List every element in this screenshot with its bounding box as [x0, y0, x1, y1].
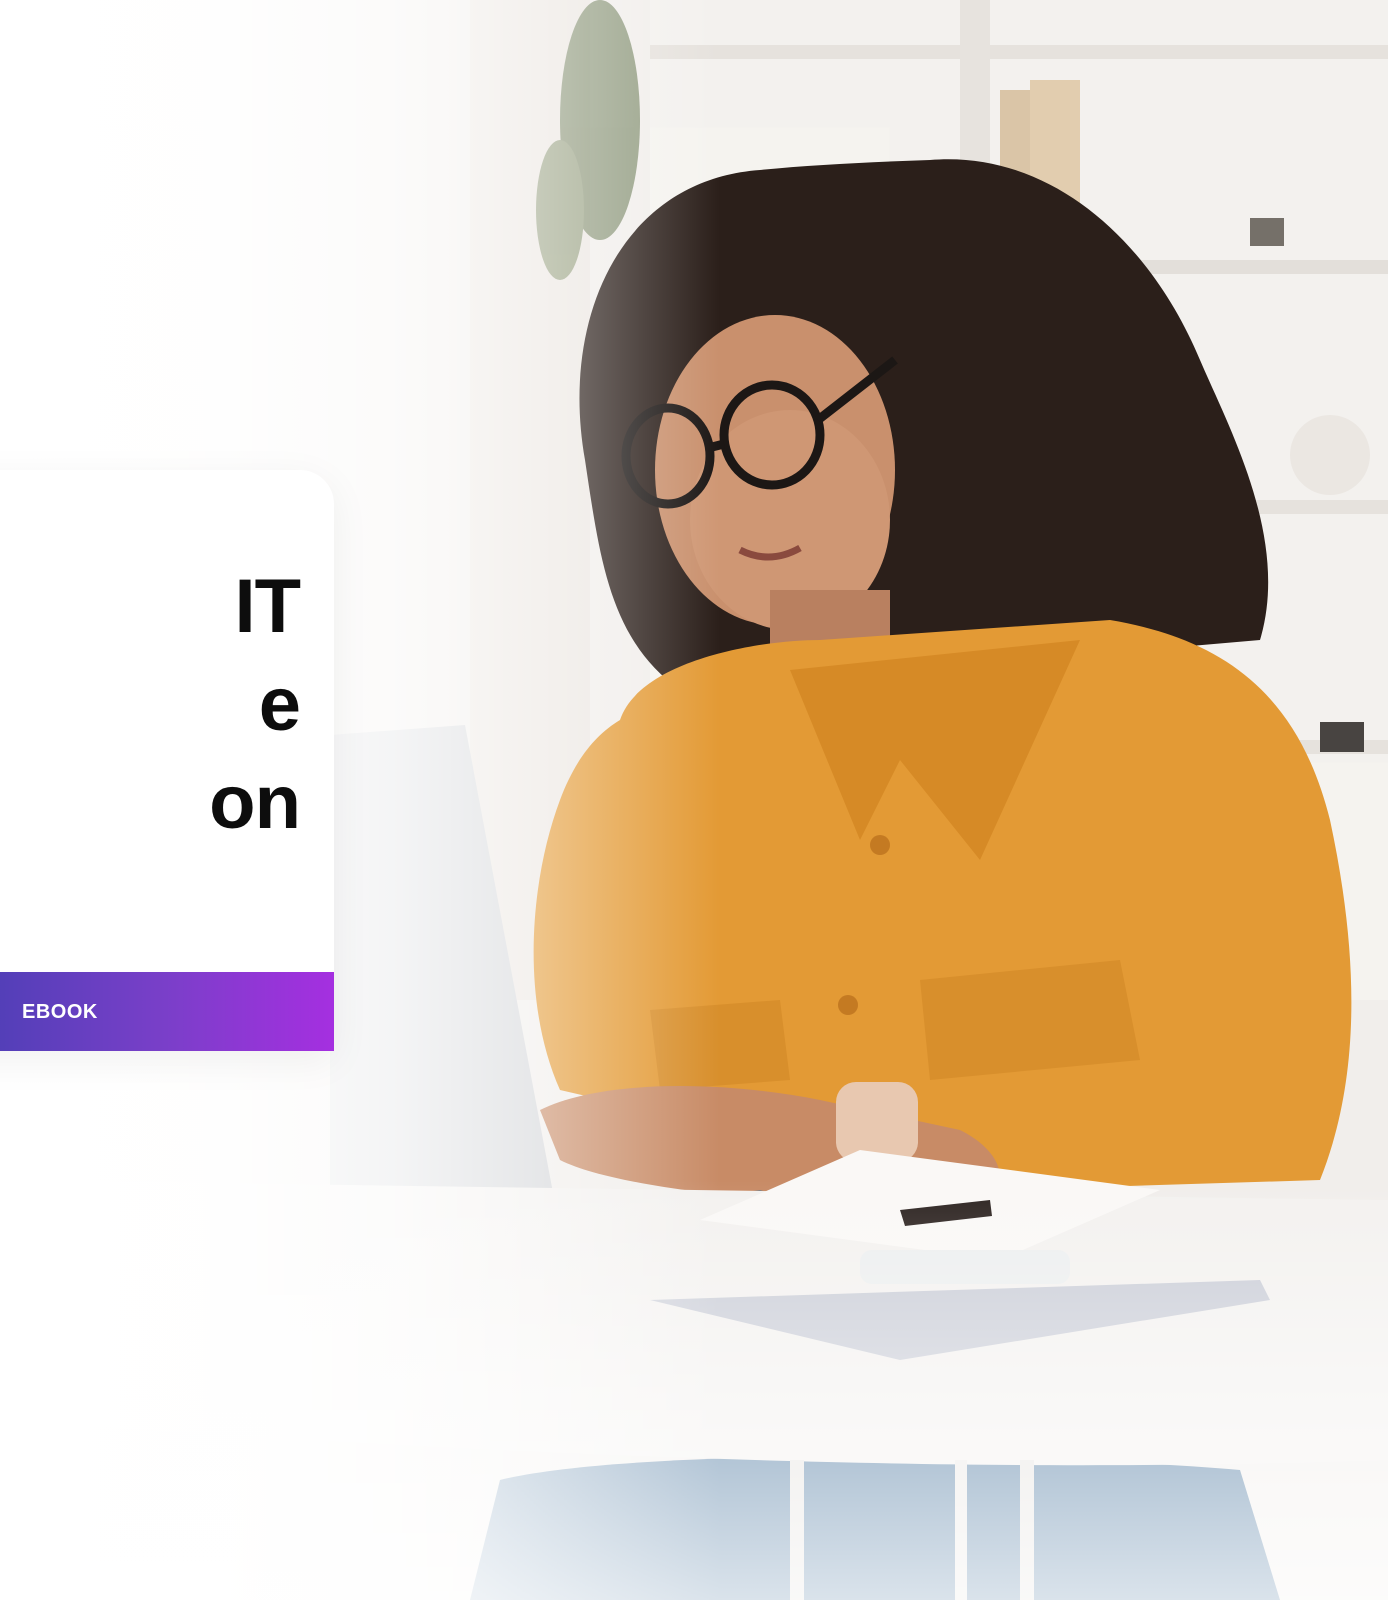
- card-title: IT e on: [0, 558, 301, 852]
- card-title-line-3: on: [209, 760, 301, 845]
- ebook-label: EBOOK: [22, 1001, 98, 1023]
- card-label-band: EBOOK: [0, 972, 334, 1051]
- card-title-line-1: IT: [234, 564, 301, 649]
- ebook-card[interactable]: IT e on EBOOK: [0, 470, 334, 1051]
- card-title-line-2: e: [258, 662, 301, 747]
